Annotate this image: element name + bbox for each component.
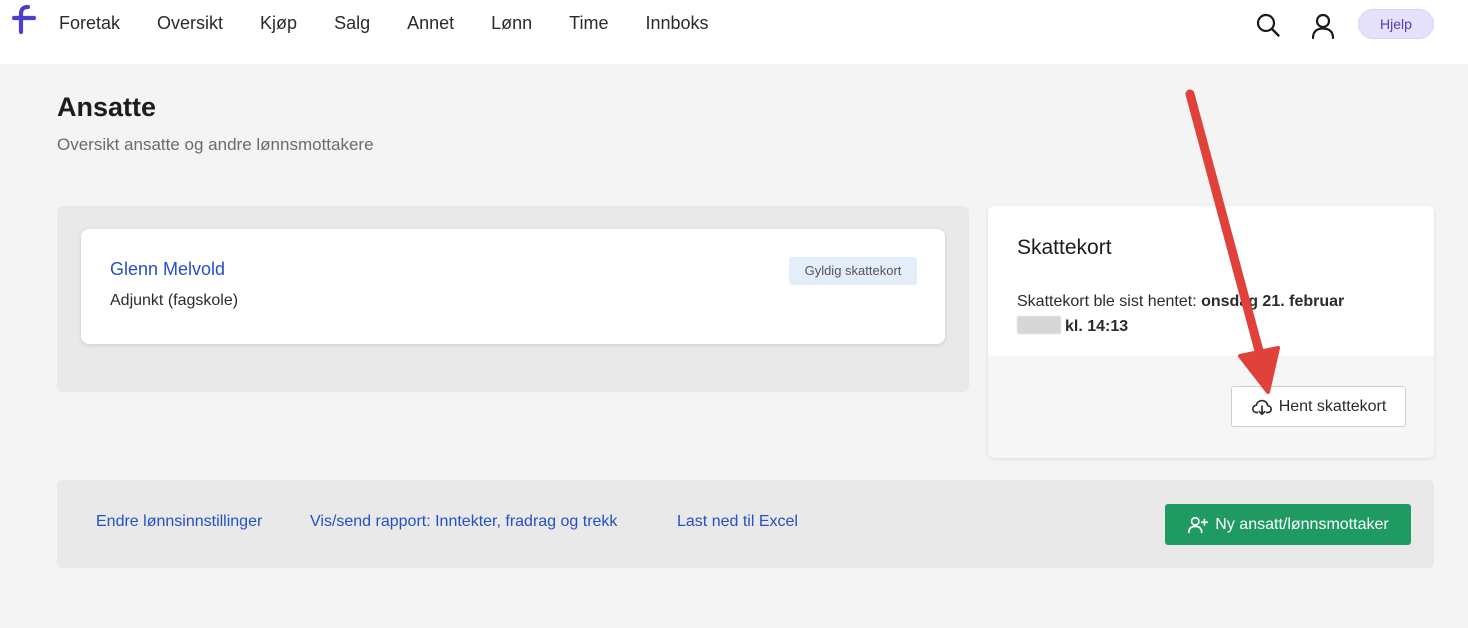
action-bar: Endre lønnsinnstillinger Vis/send rappor… — [57, 480, 1434, 568]
nav-item-kjop[interactable]: Kjøp — [260, 12, 297, 34]
new-employee-button[interactable]: Ny ansatt/lønnsmottaker — [1165, 504, 1411, 545]
nav-item-salg[interactable]: Salg — [334, 12, 370, 34]
help-button[interactable]: Hjelp — [1358, 9, 1434, 39]
page-title: Ansatte — [57, 92, 157, 122]
page-subtitle: Oversikt ansatte og andre lønnsmottakere — [57, 135, 374, 154]
top-navigation-bar: Foretak Oversikt Kjøp Salg Annet Lønn Ti… — [0, 0, 1468, 64]
tax-card-last-fetched: Skattekort ble sist hentet: onsdag 21. f… — [1017, 289, 1417, 339]
redacted-text — [1017, 316, 1061, 334]
report-link[interactable]: Vis/send rapport: Inntekter, fradrag og … — [310, 513, 617, 531]
nav-item-foretak[interactable]: Foretak — [59, 12, 120, 34]
tax-card-info-date: onsdag 21. februar — [1201, 293, 1345, 310]
cloud-download-icon — [1251, 399, 1272, 415]
payroll-settings-link[interactable]: Endre lønnsinnstillinger — [96, 513, 262, 531]
nav-item-lonn[interactable]: Lønn — [491, 12, 532, 34]
fetch-tax-card-button[interactable]: Hent skattekort — [1231, 386, 1406, 427]
tax-card-info-time: kl. 14:13 — [1065, 318, 1129, 335]
fiken-logo-icon[interactable] — [12, 4, 38, 34]
employee-card[interactable]: Glenn Melvold Adjunkt (fagskole) Gyldig … — [81, 229, 945, 344]
tax-card-info-prefix: Skattekort ble sist hentet: — [1017, 293, 1202, 310]
tax-card-title: Skattekort — [1017, 236, 1112, 259]
new-employee-label: Ny ansatt/lønnsmottaker — [1215, 515, 1389, 533]
employee-name-link[interactable]: Glenn Melvold — [110, 259, 225, 280]
add-user-icon — [1188, 516, 1209, 533]
nav-item-oversikt[interactable]: Oversikt — [157, 12, 223, 34]
tax-card-panel: Skattekort Skattekort ble sist hentet: o… — [988, 206, 1434, 458]
employee-role: Adjunkt (fagskole) — [110, 292, 239, 309]
search-icon[interactable] — [1255, 12, 1281, 38]
nav-item-annet[interactable]: Annet — [407, 12, 454, 34]
nav-item-innboks[interactable]: Innboks — [646, 12, 709, 34]
main-nav: Foretak Oversikt Kjøp Salg Annet Lønn Ti… — [59, 12, 746, 34]
tax-card-status-badge: Gyldig skattekort — [789, 257, 917, 285]
employee-list: Glenn Melvold Adjunkt (fagskole) Gyldig … — [57, 206, 969, 392]
fetch-tax-card-label: Hent skattekort — [1278, 397, 1387, 415]
export-excel-link[interactable]: Last ned til Excel — [677, 513, 798, 531]
user-icon[interactable] — [1310, 12, 1336, 40]
nav-item-time[interactable]: Time — [569, 12, 608, 34]
